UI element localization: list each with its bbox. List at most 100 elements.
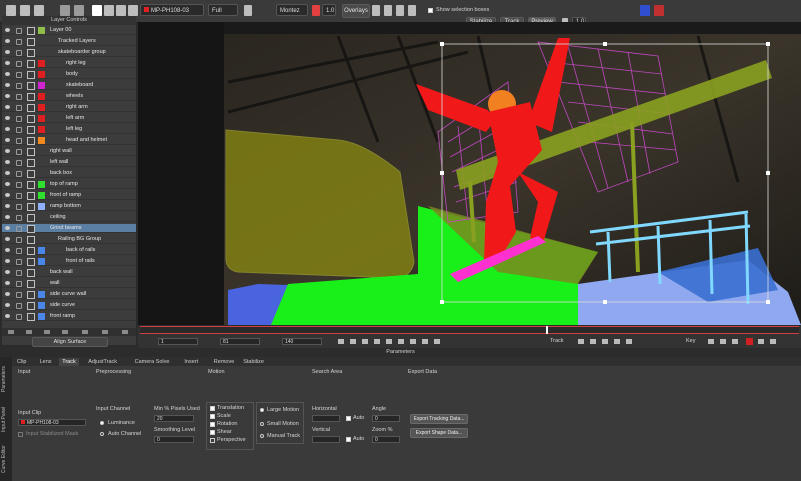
lock-icon[interactable] — [16, 292, 22, 298]
bezier-tool-icon[interactable] — [116, 5, 126, 16]
export-shape-data-button[interactable]: Export Shape Data... — [410, 428, 468, 438]
layer-checkbox[interactable] — [27, 27, 35, 35]
lock-icon[interactable] — [16, 116, 22, 122]
lock-icon[interactable] — [16, 303, 22, 309]
file-icon[interactable] — [6, 5, 16, 16]
undo-icon[interactable] — [34, 5, 44, 16]
lock-icon[interactable] — [16, 171, 22, 177]
horizontal-auto-checkbox[interactable] — [346, 416, 351, 421]
eye-icon[interactable] — [5, 204, 10, 208]
layer-checkbox[interactable] — [27, 137, 35, 145]
eye-icon[interactable] — [5, 182, 10, 186]
start-frame-field[interactable]: 1 — [158, 338, 198, 345]
last-frame-icon[interactable] — [434, 339, 440, 344]
layer-row[interactable]: left leg — [2, 125, 136, 134]
layer-row[interactable]: top of ramp — [2, 180, 136, 189]
link-layer-icon[interactable] — [82, 330, 88, 334]
settings-layer-icon[interactable] — [102, 330, 108, 334]
next-key-icon[interactable] — [422, 339, 428, 344]
lock-icon[interactable] — [16, 314, 22, 320]
eye-icon[interactable] — [5, 116, 10, 120]
delete-keyframe-icon[interactable] — [758, 339, 764, 344]
lock-icon[interactable] — [16, 138, 22, 144]
lock-icon[interactable] — [16, 149, 22, 155]
layer-row[interactable]: Tracked Layers — [2, 37, 136, 46]
layer-color-swatch[interactable] — [38, 247, 45, 254]
layer-row[interactable]: right leg — [2, 59, 136, 68]
layer-checkbox[interactable] — [27, 71, 35, 79]
layer-row[interactable]: ceiling — [2, 213, 136, 222]
track-step-forward-icon[interactable] — [614, 339, 620, 344]
blue-overlay-icon[interactable] — [640, 5, 650, 16]
pointer-tool-icon[interactable] — [92, 5, 102, 16]
lock-icon[interactable] — [16, 94, 22, 100]
vertical-field[interactable] — [312, 436, 340, 443]
layer-row[interactable]: skateboarder group — [2, 48, 136, 57]
rect-tool-icon[interactable] — [128, 5, 138, 16]
layer-checkbox[interactable] — [27, 38, 35, 46]
side-tab-input-panel[interactable]: Input Panel — [1, 401, 11, 437]
tab-stabilize[interactable]: Stabilize — [240, 358, 267, 366]
layer-checkbox[interactable] — [27, 126, 35, 134]
eye-icon[interactable] — [5, 303, 10, 307]
layer-row[interactable]: Layer 00 — [2, 26, 136, 35]
translation-checkbox[interactable] — [210, 406, 215, 411]
layer-color-swatch[interactable] — [38, 27, 45, 34]
eye-icon[interactable] — [5, 83, 10, 87]
layer-row[interactable]: skateboard — [2, 81, 136, 90]
prev-keyframe-icon[interactable] — [708, 339, 714, 344]
layer-color-swatch[interactable] — [38, 126, 45, 133]
lock-icon[interactable] — [16, 259, 22, 265]
rotate-icon[interactable] — [396, 5, 404, 16]
eye-icon[interactable] — [5, 160, 10, 164]
layer-color-swatch[interactable] — [38, 60, 45, 67]
tab-insert[interactable]: Insert — [181, 358, 201, 366]
input-stabilized-mask-checkbox[interactable] — [18, 432, 23, 437]
play-icon[interactable] — [398, 339, 404, 344]
layer-row[interactable]: body — [2, 70, 136, 79]
layer-color-swatch[interactable] — [38, 104, 45, 111]
layer-checkbox[interactable] — [27, 291, 35, 299]
auto-channel-radio[interactable] — [100, 432, 104, 436]
layer-row[interactable]: side curve wall — [2, 290, 136, 299]
layer-color-swatch[interactable] — [38, 82, 45, 89]
layer-color-swatch[interactable] — [38, 192, 45, 199]
current-frame-field[interactable]: 81 — [220, 338, 260, 345]
perspective-checkbox[interactable] — [210, 438, 215, 443]
zoom-field[interactable]: 0 — [372, 436, 400, 443]
scale-checkbox[interactable] — [210, 414, 215, 419]
layer-checkbox[interactable] — [27, 225, 35, 233]
lock-icon[interactable] — [16, 281, 22, 287]
layer-row[interactable]: wheels — [2, 92, 136, 101]
view-mode-select[interactable]: Full — [208, 4, 238, 16]
eye-icon[interactable] — [5, 292, 10, 296]
red-channel-icon[interactable] — [312, 5, 320, 16]
anchor-icon[interactable] — [384, 5, 392, 16]
layer-row[interactable]: Grind beams — [2, 224, 136, 233]
layer-checkbox[interactable] — [27, 104, 35, 112]
layer-checkbox[interactable] — [27, 269, 35, 277]
shear-checkbox[interactable] — [210, 430, 215, 435]
eye-icon[interactable] — [5, 138, 10, 142]
eye-icon[interactable] — [5, 259, 10, 263]
layer-checkbox[interactable] — [27, 148, 35, 156]
layer-row[interactable]: right arm — [2, 103, 136, 112]
color-swatch-icon[interactable] — [244, 5, 252, 16]
lock-icon[interactable] — [16, 270, 22, 276]
eye-icon[interactable] — [5, 127, 10, 131]
lock-icon[interactable] — [16, 28, 22, 34]
eye-icon[interactable] — [5, 314, 10, 318]
lock-icon[interactable] — [16, 127, 22, 133]
eye-icon[interactable] — [5, 28, 10, 32]
eye-icon[interactable] — [5, 50, 10, 54]
layer-color-swatch[interactable] — [38, 115, 45, 122]
duplicate-layer-icon[interactable] — [26, 330, 32, 334]
layer-checkbox[interactable] — [27, 115, 35, 123]
layer-checkbox[interactable] — [27, 247, 35, 255]
lock-icon[interactable] — [16, 248, 22, 254]
layer-row[interactable]: back box — [2, 169, 136, 178]
prev-icon[interactable] — [60, 5, 70, 16]
layer-checkbox[interactable] — [27, 93, 35, 101]
track-forward-icon[interactable] — [626, 339, 632, 344]
prev-frame-icon[interactable] — [362, 339, 368, 344]
